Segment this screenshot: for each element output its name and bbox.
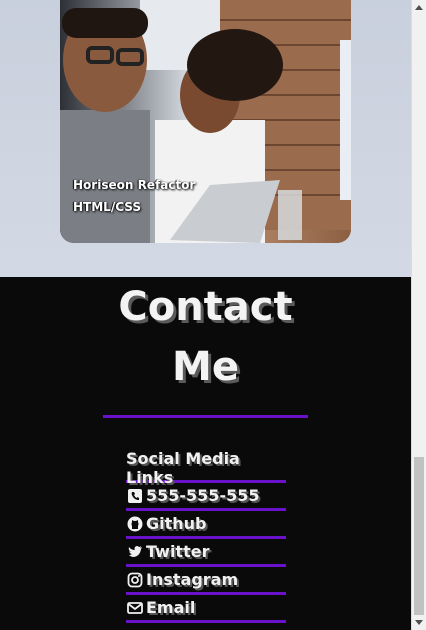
phone-link[interactable]: 555-555-555 [126,483,286,511]
project-title: Horiseon Refactor [73,178,196,192]
email-link[interactable]: Email [126,595,286,623]
email-icon [126,599,143,616]
contact-heading-line1: Contact [118,284,293,330]
github-icon [126,515,143,532]
social-links-header: Social Media Links [126,449,286,487]
instagram-link[interactable]: Instagram [126,567,286,595]
social-links-header-label: Social Media Links [126,448,240,487]
email-label: Email [146,598,196,617]
scroll-up-arrow-icon[interactable] [415,5,423,10]
project-subtitle: HTML/CSS [73,200,141,214]
social-links: Social Media Links 555-555-555 Github Tw… [126,449,286,623]
twitter-label: Twitter [146,542,210,561]
phone-label: 555-555-555 [146,486,260,505]
scroll-thumb[interactable] [414,457,424,615]
page: Horiseon Refactor HTML/CSS Contact Me So… [0,0,411,630]
portfolio-section: Horiseon Refactor HTML/CSS [0,0,411,277]
github-link[interactable]: Github [126,511,286,539]
heading-underline [103,415,308,418]
contact-heading-line2: Me [172,344,239,390]
twitter-icon [126,543,143,560]
twitter-link[interactable]: Twitter [126,539,286,567]
phone-icon [126,487,143,504]
instagram-label: Instagram [146,570,239,589]
instagram-icon [126,571,143,588]
scroll-down-arrow-icon[interactable] [415,620,423,625]
project-card[interactable]: Horiseon Refactor HTML/CSS [60,0,351,243]
github-label: Github [146,514,207,533]
vertical-scrollbar[interactable] [411,0,426,630]
